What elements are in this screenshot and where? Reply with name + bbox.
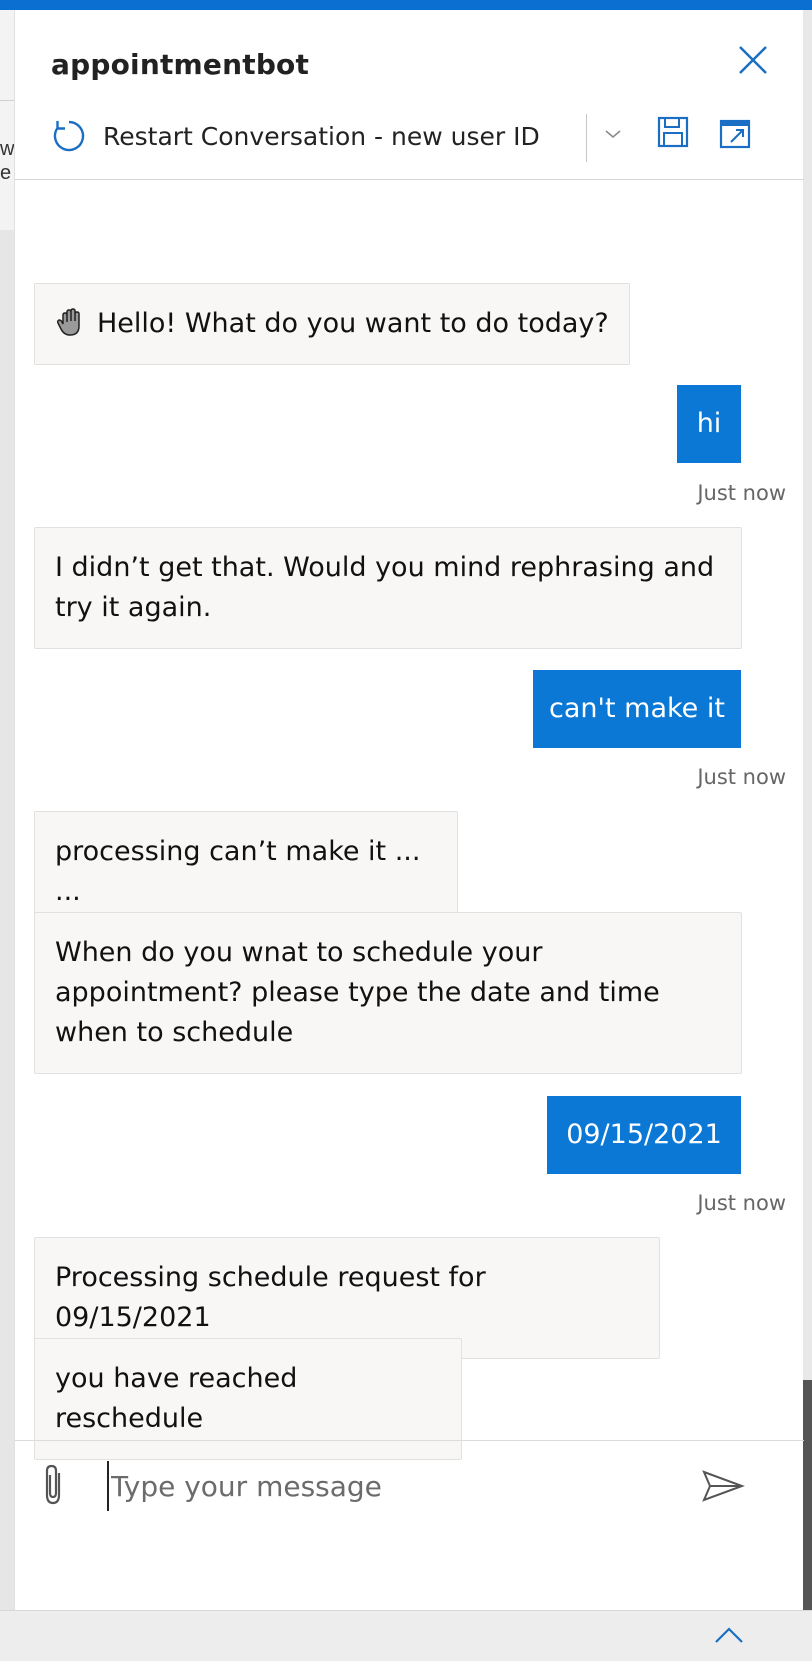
message-text: Processing schedule request for 09/15/20… bbox=[55, 1262, 486, 1333]
message-text-line: When do you wnat to schedule your bbox=[55, 937, 543, 968]
bot-message: When do you wnat to schedule your appoin… bbox=[34, 912, 742, 1074]
restart-conversation-button[interactable]: Restart Conversation - new user ID bbox=[51, 110, 540, 162]
save-icon bbox=[657, 116, 689, 148]
chat-panel: appointmentbot Restart Conversation - ne… bbox=[14, 10, 804, 1610]
message-text: processing can’t make it ... ... bbox=[55, 836, 421, 907]
restart-options-dropdown[interactable] bbox=[601, 122, 625, 146]
chevron-down-icon bbox=[605, 130, 621, 139]
message-timestamp: Just now bbox=[697, 765, 786, 789]
page-title: appointmentbot bbox=[51, 48, 310, 81]
bottom-status-strip bbox=[0, 1610, 812, 1661]
message-text: can't make it bbox=[549, 693, 725, 724]
open-in-new-window-button[interactable] bbox=[717, 112, 755, 152]
user-message: hi bbox=[677, 385, 741, 463]
chat-transcript: Hello! What do you want to do today? hi … bbox=[15, 181, 804, 1460]
user-message: can't make it bbox=[533, 670, 741, 748]
message-text: 09/15/2021 bbox=[566, 1119, 722, 1150]
bot-message: I didn’t get that. Would you mind rephra… bbox=[34, 527, 742, 649]
refresh-icon bbox=[53, 120, 85, 152]
restart-conversation-label: Restart Conversation - new user ID bbox=[103, 121, 540, 151]
close-button[interactable] bbox=[735, 42, 771, 78]
close-icon bbox=[739, 46, 767, 74]
send-button[interactable] bbox=[701, 1469, 745, 1503]
chevron-up-icon bbox=[715, 1627, 743, 1643]
toolbar: Restart Conversation - new user ID bbox=[51, 110, 771, 162]
message-text-line: when to schedule bbox=[55, 1017, 294, 1048]
paperclip-icon bbox=[45, 1464, 61, 1505]
send-icon bbox=[702, 1470, 745, 1502]
message-timestamp: Just now bbox=[697, 1191, 786, 1215]
background-text-fragment: w bbox=[0, 138, 15, 160]
open-external-icon bbox=[719, 119, 751, 149]
message-text-line: try it again. bbox=[55, 592, 212, 623]
message-text-line: I didn’t get that. Would you mind rephra… bbox=[55, 552, 715, 583]
message-input[interactable] bbox=[107, 1461, 667, 1511]
message-composer bbox=[15, 1440, 804, 1530]
message-text: you have reached reschedule bbox=[55, 1363, 298, 1434]
collapse-button[interactable] bbox=[712, 1623, 746, 1647]
background-text-fragment: e bbox=[0, 162, 12, 184]
background-scrollbar bbox=[803, 1380, 812, 1610]
waving-hand-icon bbox=[56, 308, 80, 336]
save-transcript-button[interactable] bbox=[655, 112, 691, 152]
window-accent-bar bbox=[0, 0, 812, 10]
message-text: hi bbox=[696, 408, 722, 439]
message-text-line: appointment? please type the date and ti… bbox=[55, 977, 660, 1008]
attach-file-button[interactable] bbox=[39, 1461, 67, 1507]
chat-header: appointmentbot Restart Conversation - ne… bbox=[15, 10, 804, 180]
user-message: 09/15/2021 bbox=[547, 1096, 741, 1174]
bot-message: Hello! What do you want to do today? bbox=[34, 283, 630, 365]
message-timestamp: Just now bbox=[697, 481, 786, 505]
toolbar-divider bbox=[586, 114, 587, 162]
message-text: Hello! What do you want to do today? bbox=[97, 308, 609, 339]
